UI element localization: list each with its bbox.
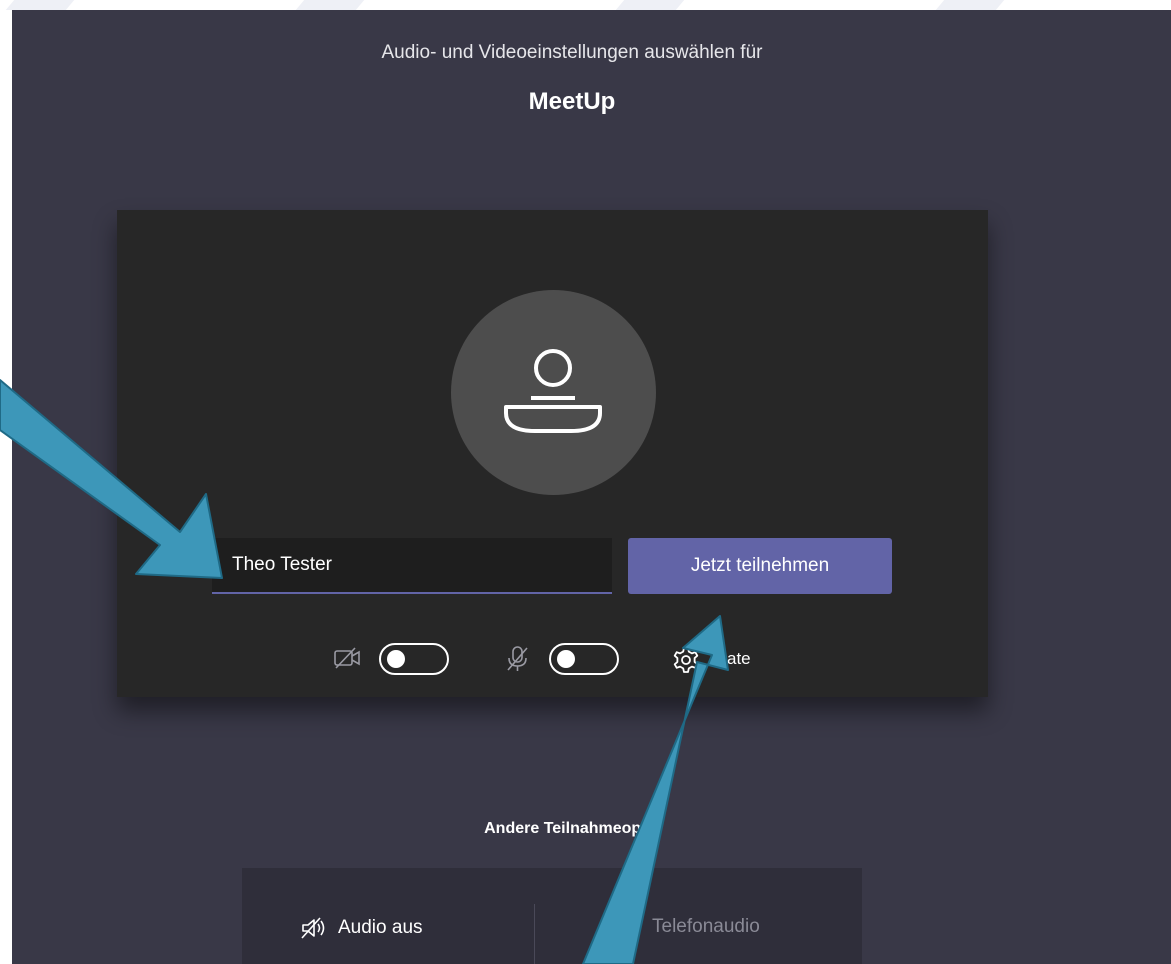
devices-label[interactable]: ate [727,649,751,669]
background-stripe [615,0,685,10]
options-divider [534,904,535,964]
gear-icon[interactable] [672,646,700,674]
meeting-title: MeetUp [528,88,616,115]
prejoin-subtitle: Audio- und Videoeinstellungen auswählen … [381,42,763,63]
video-toggle[interactable] [379,643,449,675]
prejoin-card: Jetzt teilnehmen ate [117,210,988,697]
audio-off-label: Audio aus [338,917,423,938]
join-now-button[interactable]: Jetzt teilnehmen [628,538,892,594]
speaker-off-icon [301,917,325,939]
phone-audio-label: Telefonaudio [652,916,760,937]
other-options-title: Andere Teilnahmeoptic [484,820,660,837]
audio-off-option[interactable]: Audio aus [300,916,423,940]
video-toggle-knob [387,650,405,668]
mic-off-icon [507,646,528,671]
phone-audio-option[interactable]: Telefonaudio [652,916,760,938]
teams-prejoin-screen: Audio- und Videoeinstellungen auswählen … [12,10,1171,964]
background-stripe [5,0,75,10]
device-controls: ate [117,640,988,680]
person-icon [504,349,602,433]
background-stripe [935,0,1005,10]
background-stripe [295,0,365,10]
mic-toggle[interactable] [549,643,619,675]
other-join-options: Audio aus Telefonaudio [242,868,862,964]
video-off-icon [334,647,360,669]
mic-toggle-knob [557,650,575,668]
avatar [451,290,656,495]
name-input[interactable] [212,538,612,594]
